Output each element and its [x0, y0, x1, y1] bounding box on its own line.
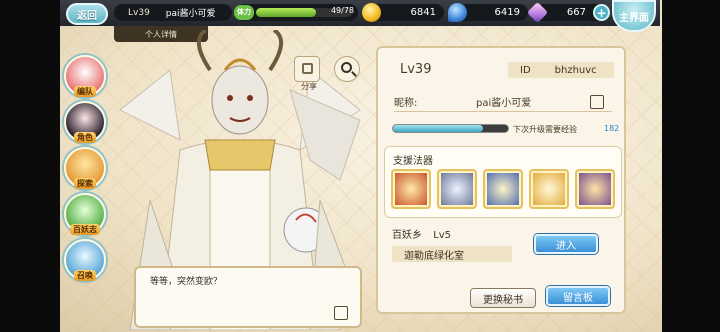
stamina-bar: 体力 49/78 — [234, 4, 358, 21]
id-box: ID bhzhuvc — [508, 62, 614, 78]
gold-counter: 6841 — [362, 3, 444, 22]
nav-explore-button[interactable]: 探索 — [64, 147, 106, 189]
player-level-pill: Lv39 pai酱小可爱 — [114, 4, 232, 21]
artifact-slot-5[interactable] — [575, 169, 615, 209]
artifact-section: 支援法器 — [384, 146, 622, 218]
main-menu-label: 主界面 — [619, 12, 649, 24]
back-button[interactable]: 返回 — [66, 3, 108, 25]
exp-fill — [393, 125, 483, 132]
back-label: 返回 — [77, 10, 97, 22]
exp-label: 下次升级需要经验 — [513, 125, 577, 134]
share-button[interactable]: 分享 — [294, 56, 320, 91]
home-level: Lv5 — [433, 230, 452, 241]
nav-summon-button[interactable]: 召唤 — [64, 239, 106, 281]
speech-text: 等等，突然变欧？ — [150, 277, 223, 287]
nav-summon-label: 召唤 — [74, 270, 96, 281]
exp-bar — [392, 124, 509, 133]
swap-label: 更换秘书 — [483, 294, 523, 306]
gold-value: 6841 — [410, 7, 436, 18]
crystal-counter: 667 + — [526, 1, 610, 24]
nav-character-label: 角色 — [74, 132, 96, 143]
home-place-box: 迦勒底绿化室 — [392, 246, 512, 262]
nav-team-label: 编队 — [74, 86, 96, 97]
home-name: 百妖乡 — [392, 230, 422, 241]
nickname-row: 昵称: pai酱小可爱 — [394, 92, 612, 112]
share-icon — [302, 63, 313, 74]
magnifier-handle — [351, 71, 357, 77]
right-letterbox — [662, 0, 720, 332]
swap-secretary-button[interactable]: 更换秘书 — [470, 288, 536, 308]
share-label: 分享 — [301, 82, 317, 91]
profile-panel: Lv39 ID bhzhuvc 昵称: pai酱小可爱 下次升级需要经验 182… — [376, 46, 626, 314]
nav-character-button[interactable]: 角色 — [64, 101, 106, 143]
id-label: ID — [520, 64, 531, 76]
edit-icon[interactable] — [334, 306, 348, 320]
enter-button[interactable]: 进入 — [534, 234, 598, 254]
home-info: 百妖乡 Lv5 — [392, 226, 451, 241]
crystal-value: 667 — [566, 7, 586, 18]
game-screen: 返回 Lv39 pai酱小可爱 体力 49/78 6841 6419 667 +… — [0, 0, 720, 332]
stamina-text: 49/78 — [330, 6, 354, 15]
exp-row: 下次升级需要经验 182 — [392, 124, 620, 136]
artifact-slot-1[interactable] — [391, 169, 431, 209]
magnifier-icon — [341, 62, 352, 73]
enter-label: 进入 — [556, 240, 576, 252]
stamina-label: 体力 — [234, 5, 254, 20]
nav-codex-button[interactable]: 百妖志 — [64, 193, 106, 235]
nickname-label: 昵称: — [394, 98, 418, 109]
nav-explore-label: 探索 — [74, 178, 96, 189]
left-letterbox — [0, 0, 60, 332]
artifact-slot-4[interactable] — [529, 169, 569, 209]
gem-counter: 6419 — [448, 3, 528, 22]
board-label: 留言板 — [563, 292, 593, 304]
artifact-slot-3[interactable] — [483, 169, 523, 209]
nav-team-button[interactable]: 编队 — [64, 55, 106, 97]
player-level: Lv39 — [128, 7, 150, 18]
gold-coin-icon — [362, 3, 381, 22]
stamina-fill — [256, 8, 317, 17]
edit-nickname-icon[interactable] — [590, 94, 604, 109]
artifact-slot-2[interactable] — [437, 169, 477, 209]
gem-value: 6419 — [494, 7, 520, 18]
profile-level: Lv39 — [400, 62, 432, 77]
message-board-button[interactable]: 留言板 — [546, 286, 610, 306]
speech-bubble: 等等，突然变欧？ — [134, 266, 362, 328]
player-name: pai酱小可爱 — [165, 9, 216, 19]
nickname-value: pai酱小可爱 — [476, 98, 532, 109]
id-value: bhzhuvc — [554, 64, 597, 76]
zoom-button[interactable] — [334, 56, 360, 82]
nav-codex-label: 百妖志 — [70, 224, 100, 235]
exp-value: 182 — [604, 124, 620, 133]
left-nav: 编队 角色 探索 百妖志 召唤 — [64, 55, 108, 285]
artifact-title: 支援法器 — [393, 156, 433, 167]
home-place: 迦勒底绿化室 — [404, 250, 464, 262]
water-drop-icon — [448, 3, 467, 22]
add-crystal-button[interactable]: + — [593, 4, 610, 21]
